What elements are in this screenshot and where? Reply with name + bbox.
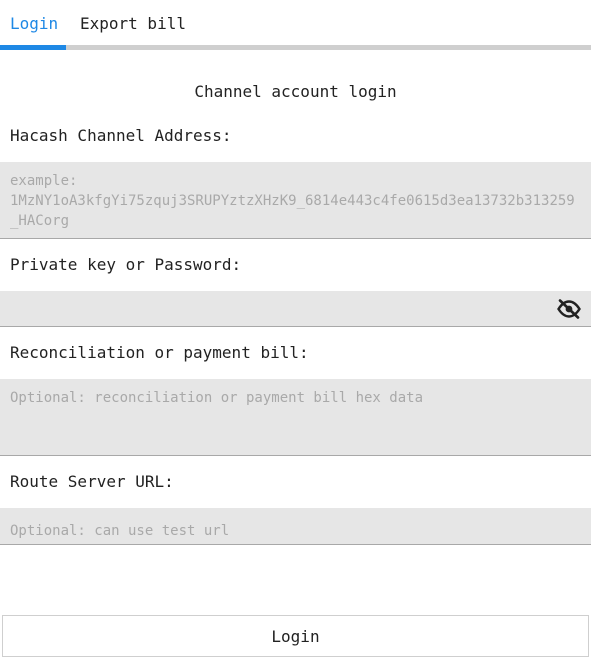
address-label: Hacash Channel Address: xyxy=(10,126,232,145)
bill-input[interactable] xyxy=(0,379,591,455)
password-input[interactable] xyxy=(0,291,591,326)
tab-bar: Login Export bill xyxy=(0,0,591,48)
bill-field-box xyxy=(0,379,591,456)
address-field-box xyxy=(0,162,591,239)
eye-off-icon[interactable] xyxy=(557,299,581,319)
login-button[interactable]: Login xyxy=(2,615,589,657)
tab-track xyxy=(0,45,591,50)
route-url-input[interactable] xyxy=(0,508,591,544)
bill-label: Reconciliation or payment bill: xyxy=(10,343,309,362)
tab-export-bill[interactable]: Export bill xyxy=(80,14,186,34)
address-input[interactable] xyxy=(0,162,591,238)
form-title: Channel account login xyxy=(194,82,397,101)
route-url-label: Route Server URL: xyxy=(10,472,174,491)
tab-login[interactable]: Login xyxy=(10,14,58,34)
password-label: Private key or Password: xyxy=(10,255,242,274)
password-field-box xyxy=(0,291,591,327)
route-url-field-box xyxy=(0,508,591,545)
active-tab-indicator xyxy=(0,45,66,50)
